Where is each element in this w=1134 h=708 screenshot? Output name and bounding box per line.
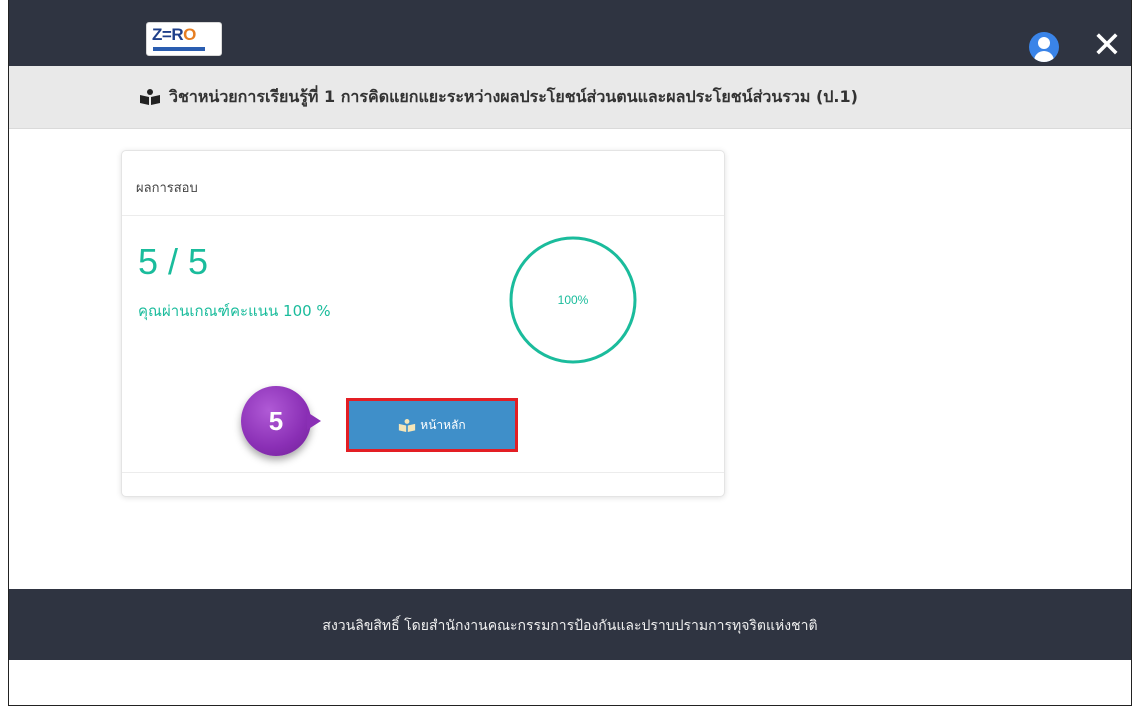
card-divider — [122, 472, 724, 473]
book-reader-icon — [140, 89, 160, 105]
score-text: 5 / 5 — [138, 241, 209, 282]
app-frame: Z=RO ✕ วิชาหน่วยการเรียนรู้ที่ 1 การคิดแ… — [8, 0, 1132, 706]
footer-bar: สงวนลิขสิทธิ์ โดยสำนักงานคณะกรรมการป้องก… — [9, 589, 1131, 660]
logo-text: Z=RO — [152, 25, 196, 44]
subject-title: วิชาหน่วยการเรียนรู้ที่ 1 การคิดแยกแยะระ… — [169, 87, 858, 106]
step-badge: 5 — [241, 386, 321, 466]
progress-percent: 100% — [557, 293, 589, 307]
user-icon[interactable] — [1029, 32, 1059, 62]
top-navbar: Z=RO ✕ — [9, 0, 1131, 66]
home-button-label: หน้าหลัก — [420, 417, 466, 432]
step-number: 5 — [241, 386, 311, 456]
copyright-text: สงวนลิขสิทธิ์ โดยสำนักงานคณะกรรมการป้องก… — [322, 618, 818, 634]
result-heading: ผลการสอบ — [136, 181, 198, 196]
pass-message: คุณผ่านเกณฑ์คะแนน 100 % — [138, 302, 331, 320]
book-reader-icon — [399, 418, 416, 432]
zero-logo[interactable]: Z=RO — [146, 22, 222, 56]
subject-bar: วิชาหน่วยการเรียนรู้ที่ 1 การคิดแยกแยะระ… — [9, 66, 1131, 129]
close-icon[interactable]: ✕ — [1089, 28, 1125, 64]
card-header: ผลการสอบ — [122, 151, 724, 216]
step-pointer — [307, 412, 321, 430]
home-button[interactable]: หน้าหลัก — [346, 398, 518, 452]
exam-result-card: ผลการสอบ 5 / 5 คุณผ่านเกณฑ์คะแนน 100 % 1… — [121, 150, 725, 497]
